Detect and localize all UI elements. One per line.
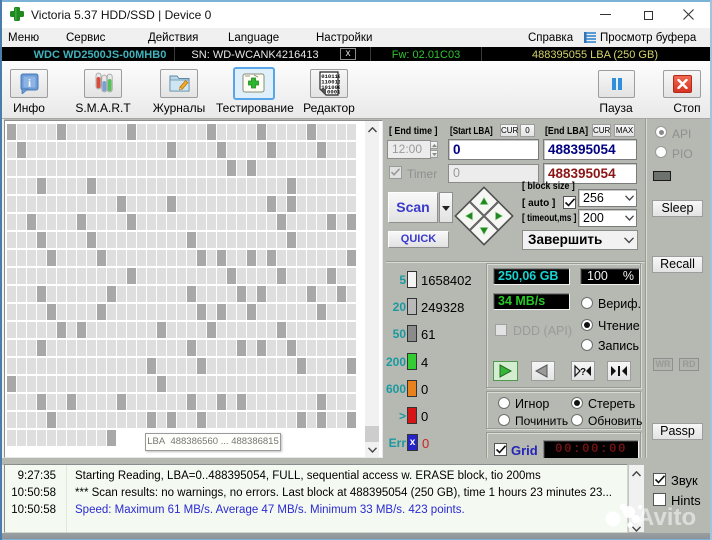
svg-text:?: ? [580, 367, 586, 378]
svg-text:Avito: Avito [637, 504, 696, 531]
